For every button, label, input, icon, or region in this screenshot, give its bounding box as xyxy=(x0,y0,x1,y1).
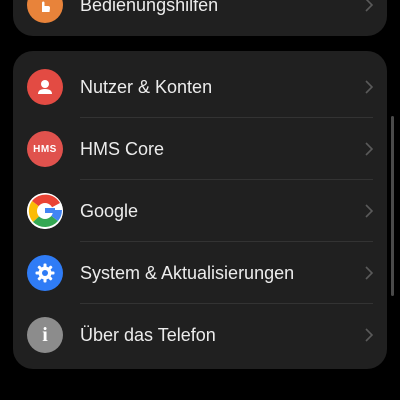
person-icon xyxy=(27,69,63,105)
google-icon xyxy=(27,193,63,229)
chevron-right-icon xyxy=(365,328,373,342)
settings-screen: Bedienungshilfen Nutzer & Konten HMS HMS… xyxy=(0,0,400,400)
settings-item-google[interactable]: Google xyxy=(13,180,387,242)
chevron-right-icon xyxy=(365,266,373,280)
chevron-right-icon xyxy=(365,0,373,12)
settings-item-system-updates[interactable]: System & Aktualisierungen xyxy=(13,242,387,304)
settings-item-label: HMS Core xyxy=(80,139,165,159)
settings-item-label: Google xyxy=(80,201,139,221)
scrollbar[interactable] xyxy=(391,116,394,296)
info-icon: i xyxy=(27,317,63,353)
chevron-right-icon xyxy=(365,142,373,156)
hms-icon: HMS xyxy=(27,131,63,167)
chevron-right-icon xyxy=(365,204,373,218)
settings-item-label: Über das Telefon xyxy=(80,325,216,345)
settings-card-main: Nutzer & Konten HMS HMS Core Google Syst… xyxy=(13,51,387,369)
settings-item-label: Bedienungshilfen xyxy=(80,0,219,15)
hand-icon xyxy=(27,0,63,23)
settings-item-hms-core[interactable]: HMS HMS Core xyxy=(13,118,387,180)
settings-item-label: Nutzer & Konten xyxy=(80,77,213,97)
gear-icon xyxy=(27,255,63,291)
settings-item-about-phone[interactable]: i Über das Telefon xyxy=(13,304,387,366)
info-icon-text: i xyxy=(42,323,48,346)
settings-item-accessibility[interactable]: Bedienungshilfen xyxy=(13,0,387,36)
chevron-right-icon xyxy=(365,80,373,94)
settings-item-label: System & Aktualisierungen xyxy=(80,263,295,283)
hms-icon-text: HMS xyxy=(33,143,57,155)
settings-item-users-accounts[interactable]: Nutzer & Konten xyxy=(13,56,387,118)
settings-card-top: Bedienungshilfen xyxy=(13,0,387,36)
